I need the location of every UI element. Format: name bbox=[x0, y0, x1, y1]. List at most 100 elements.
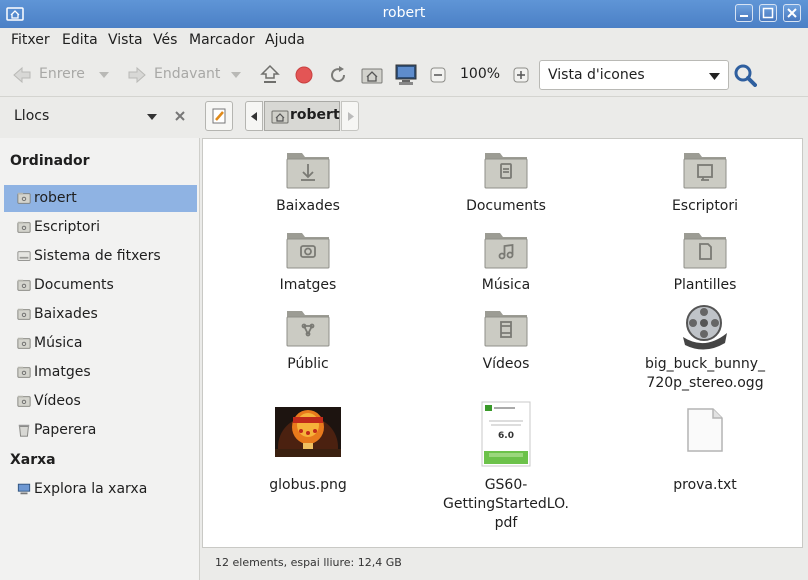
home-icon[interactable] bbox=[361, 65, 383, 85]
sidebar-item-label: Vídeos bbox=[34, 393, 81, 409]
sidebar-item-paperera[interactable]: Paperera bbox=[4, 417, 197, 444]
home-folder-icon bbox=[271, 110, 289, 124]
title-bar: robert bbox=[0, 0, 808, 28]
sidebar-item-escriptori[interactable]: Escriptori bbox=[4, 214, 197, 241]
menu-view[interactable]: Vista bbox=[108, 32, 143, 48]
templates-folder-icon bbox=[610, 227, 800, 277]
path-scroll-left[interactable] bbox=[245, 101, 263, 131]
forward-arrow-icon[interactable] bbox=[127, 66, 147, 84]
sidebar-item-vídeos[interactable]: Vídeos bbox=[4, 388, 197, 415]
chevron-down-icon[interactable] bbox=[231, 72, 241, 78]
minimize-button[interactable] bbox=[735, 4, 753, 22]
sidebar-item-baixades[interactable]: Baixades bbox=[4, 301, 197, 328]
sidebar-item-música[interactable]: Música bbox=[4, 330, 197, 357]
search-icon[interactable] bbox=[733, 63, 757, 87]
menu-edit[interactable]: Edita bbox=[62, 32, 98, 48]
maximize-button[interactable] bbox=[759, 4, 777, 22]
sidebar-item-label: Documents bbox=[34, 277, 114, 293]
forward-button[interactable]: Endavant bbox=[154, 66, 220, 82]
chevron-down-icon[interactable] bbox=[99, 72, 109, 78]
pencil-icon bbox=[212, 108, 226, 124]
maximize-icon bbox=[762, 7, 774, 19]
path-bar: robert bbox=[200, 96, 808, 137]
trash-icon bbox=[18, 424, 30, 437]
computer-icon[interactable] bbox=[394, 63, 418, 87]
downloads-folder-icon bbox=[213, 147, 403, 197]
videos-folder-icon bbox=[411, 305, 601, 355]
file-name: 720p_stereo.ogg bbox=[646, 375, 764, 391]
file-name: Baixades bbox=[276, 198, 340, 214]
file-name: Escriptori bbox=[671, 198, 739, 214]
zoom-level: 100% bbox=[460, 66, 501, 82]
file-name: pdf bbox=[494, 515, 518, 531]
network-icon bbox=[17, 483, 31, 495]
image-thumbnail bbox=[213, 407, 403, 477]
sidebar-item-label: Escriptori bbox=[34, 219, 101, 235]
file-name: big_buck_bunny_ bbox=[644, 356, 766, 372]
downloads-folder-icon bbox=[17, 308, 31, 320]
music-folder-icon bbox=[411, 227, 601, 277]
zoom-out-icon[interactable] bbox=[430, 67, 446, 83]
file-name: Imatges bbox=[279, 277, 337, 293]
window-title: robert bbox=[382, 5, 426, 21]
file-name: Públic bbox=[287, 356, 329, 372]
back-arrow-icon[interactable] bbox=[12, 66, 32, 84]
drive-icon bbox=[17, 251, 31, 261]
reload-icon[interactable] bbox=[327, 64, 349, 86]
pdf-thumb-version: 6.0 bbox=[498, 431, 514, 441]
videos-folder-icon bbox=[17, 395, 31, 407]
public-folder-icon bbox=[213, 305, 403, 355]
sidebar-item-sistema-de-fitxers[interactable]: Sistema de fitxers bbox=[4, 243, 197, 270]
film-reel-icon bbox=[610, 303, 800, 353]
minimize-icon bbox=[740, 15, 748, 17]
up-folder-icon[interactable] bbox=[259, 64, 281, 86]
desktop-folder-icon bbox=[17, 221, 31, 233]
status-bar: 12 elements, espai lliure: 12,4 GB bbox=[202, 550, 803, 576]
home-folder-icon bbox=[17, 192, 31, 204]
documents-folder-icon bbox=[17, 279, 31, 291]
sidebar-item-label: Paperera bbox=[34, 422, 97, 438]
close-icon[interactable] bbox=[174, 110, 186, 122]
file-name: GettingStartedLO. bbox=[443, 496, 569, 512]
path-button-robert[interactable]: robert bbox=[264, 101, 340, 131]
view-mode-value: Vista d'icones bbox=[548, 67, 645, 83]
sidebar-item-imatges[interactable]: Imatges bbox=[4, 359, 197, 386]
pdf-thumbnail bbox=[411, 401, 601, 467]
chevron-right-icon bbox=[348, 112, 354, 121]
file-name: GS60- bbox=[484, 477, 528, 493]
back-button[interactable]: Enrere bbox=[39, 66, 85, 82]
file-view: Baixades Documents Escriptori Imatges Música… bbox=[202, 138, 803, 548]
sidebar-item-robert[interactable]: robert bbox=[4, 185, 197, 212]
menu-bookmarks[interactable]: Marcador bbox=[189, 32, 255, 48]
section-computer: Ordinador bbox=[10, 153, 90, 169]
sidebar-item-label: Música bbox=[34, 335, 83, 351]
edit-location-button[interactable] bbox=[205, 101, 233, 131]
sidebar-item-browse-network[interactable]: Explora la xarxa bbox=[4, 476, 197, 503]
close-icon bbox=[787, 8, 797, 18]
stop-icon[interactable] bbox=[294, 65, 314, 85]
documents-folder-icon bbox=[411, 147, 601, 197]
close-button[interactable] bbox=[783, 4, 801, 22]
sidebar-item-label: robert bbox=[34, 190, 77, 206]
zoom-in-icon[interactable] bbox=[513, 67, 529, 83]
path-current: robert bbox=[290, 107, 340, 123]
status-text: 12 elements, espai lliure: 12,4 GB bbox=[215, 556, 402, 569]
file-name: Plantilles bbox=[673, 277, 737, 293]
chevron-down-icon[interactable] bbox=[147, 114, 157, 120]
menu-help[interactable]: Ajuda bbox=[265, 32, 305, 48]
pictures-folder-icon bbox=[213, 227, 403, 277]
menu-go[interactable]: Vés bbox=[153, 32, 177, 48]
file-name: Música bbox=[481, 277, 531, 293]
path-scroll-right[interactable] bbox=[341, 101, 359, 131]
sidebar-item-label: Explora la xarxa bbox=[34, 481, 148, 497]
pictures-folder-icon bbox=[17, 366, 31, 378]
view-mode-select[interactable]: Vista d'icones bbox=[539, 60, 729, 90]
file-name: Vídeos bbox=[482, 356, 530, 372]
section-network: Xarxa bbox=[10, 452, 56, 468]
sidebar-item-documents[interactable]: Documents bbox=[4, 272, 197, 299]
desktop-folder-icon bbox=[610, 147, 800, 197]
menu-file[interactable]: Fitxer bbox=[11, 32, 50, 48]
file-name: prova.txt bbox=[673, 477, 737, 493]
chevron-down-icon bbox=[709, 73, 720, 80]
chevron-left-icon bbox=[251, 112, 257, 121]
